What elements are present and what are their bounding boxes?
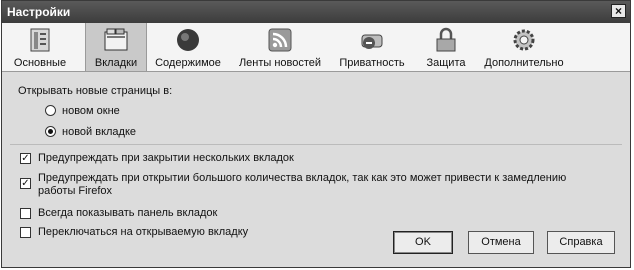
always-show-tabbar[interactable]: Всегда показывать панель вкладок xyxy=(2,207,402,223)
always-show-tabbar-label: Всегда показывать панель вкладок xyxy=(38,207,218,219)
separator xyxy=(10,144,622,145)
switch-to-new-tab-checkbox[interactable] xyxy=(20,227,31,238)
warn-open-many-label-line1: Предупреждать при открытии большого коли… xyxy=(38,172,567,184)
tab-privacy-label: Приватность xyxy=(339,57,405,69)
tab-security-label: Защита xyxy=(426,57,466,69)
warn-open-many-label-line2: работы Firefox xyxy=(38,185,113,197)
radio-new-window[interactable]: новом окне xyxy=(2,105,302,121)
feeds-icon xyxy=(268,28,292,52)
preferences-window: Настройки × Основные Вкладки Содержимое … xyxy=(1,0,631,268)
tab-advanced-label: Дополнительно xyxy=(484,57,564,69)
open-new-pages-label: Открывать новые страницы в: xyxy=(18,85,173,97)
warn-open-many-checkbox[interactable]: ✓ xyxy=(20,178,31,189)
tab-content-label: Содержимое xyxy=(155,57,221,69)
switch-to-new-tab-label: Переключаться на открываемую вкладку xyxy=(38,226,249,238)
tabs-icon xyxy=(104,28,128,51)
tab-tabs[interactable]: Вкладки xyxy=(85,23,147,71)
tabs-pane: Открывать новые страницы в: новом окне н… xyxy=(2,72,630,267)
ok-button[interactable]: OK xyxy=(393,231,453,254)
tab-feeds-label: Ленты новостей xyxy=(238,57,322,69)
warn-close-multiple-checkbox[interactable]: ✓ xyxy=(20,153,31,164)
warn-close-multiple-label: Предупреждать при закрытии нескольких вк… xyxy=(38,152,294,164)
general-icon xyxy=(30,28,50,52)
switch-to-new-tab[interactable]: Переключаться на открываемую вкладку xyxy=(2,226,382,242)
tab-security[interactable]: Защита xyxy=(419,23,473,71)
radio-new-window-label: новом окне xyxy=(62,105,120,117)
tab-advanced[interactable]: Дополнительно xyxy=(481,23,567,71)
radio-new-tab[interactable]: новой вкладке xyxy=(2,126,302,142)
title-bar: Настройки × xyxy=(2,1,630,23)
advanced-icon xyxy=(513,29,535,51)
help-button[interactable]: Справка xyxy=(547,231,615,254)
content-icon xyxy=(177,29,199,51)
tab-general-label: Основные xyxy=(13,57,67,69)
radio-new-window-button[interactable] xyxy=(45,105,56,116)
cancel-button[interactable]: Отмена xyxy=(468,231,534,254)
tab-privacy[interactable]: Приватность xyxy=(335,23,409,71)
tab-general[interactable]: Основные xyxy=(8,23,72,71)
warn-close-multiple[interactable]: ✓ Предупреждать при закрытии нескольких … xyxy=(2,152,602,168)
security-icon xyxy=(436,27,456,52)
privacy-icon xyxy=(361,34,383,49)
warn-open-many[interactable]: ✓ Предупреждать при открытии большого ко… xyxy=(2,172,622,204)
tab-tabs-label: Вкладки xyxy=(94,57,138,69)
radio-new-tab-label: новой вкладке xyxy=(62,126,137,138)
tab-feeds[interactable]: Ленты новостей xyxy=(234,23,326,71)
always-show-tabbar-checkbox[interactable] xyxy=(20,208,31,219)
close-button[interactable]: × xyxy=(611,4,626,18)
window-title: Настройки xyxy=(7,5,71,19)
tab-content[interactable]: Содержимое xyxy=(152,23,224,71)
radio-new-tab-button[interactable] xyxy=(45,126,56,137)
preferences-toolbar: Основные Вкладки Содержимое Ленты новост… xyxy=(2,23,630,72)
